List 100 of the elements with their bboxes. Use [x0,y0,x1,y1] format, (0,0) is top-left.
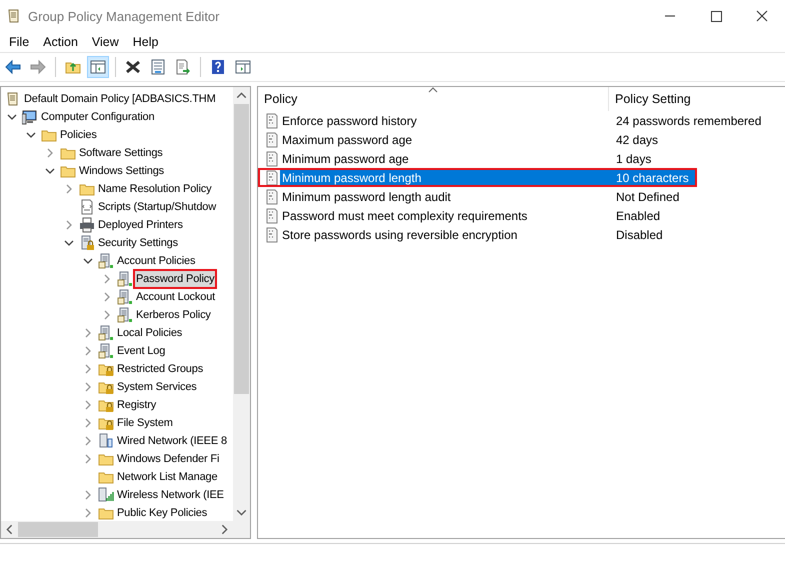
tree-item[interactable]: Kerberos Policy [135,307,212,323]
menu-item[interactable]: View [84,35,126,49]
collapse-caret-icon[interactable] [64,238,74,248]
expand-caret-icon[interactable] [83,400,93,410]
table-cell: 10 characters [616,168,697,187]
tree-item[interactable]: Security Settings [97,235,179,251]
expand-caret-icon[interactable] [83,490,93,500]
collapse-caret-icon[interactable] [45,166,55,176]
expand-caret-icon[interactable] [83,364,93,374]
network-icon [98,433,114,449]
policy-row[interactable]: Store passwords using reversible encryption Disabled [258,225,785,244]
computer-icon [22,109,38,125]
pane-button[interactable] [87,56,109,78]
expand-caret-icon[interactable] [83,508,93,518]
menu-item[interactable]: File [2,35,36,49]
tree-item[interactable]: Account Lockout [135,289,216,305]
printer-icon [79,217,95,233]
server-icon [98,343,114,359]
policy-row[interactable]: Password must meet complexity requirements Enabled [258,206,785,225]
table-cell-text: 1 days [616,150,652,168]
policy-icon [264,188,280,204]
column-header[interactable]: Policy [258,87,609,111]
policy-row[interactable]: Maximum password age 42 days [258,130,785,149]
table-cell-text: Minimum password age [281,150,410,168]
tree-item[interactable]: Windows Settings [78,163,166,179]
signal-icon [98,487,114,503]
tree-item[interactable]: Scripts (Startup/Shutdow [97,199,218,215]
table-cell-text: Enabled [616,208,662,224]
tree-item[interactable]: Deployed Printers [97,217,184,233]
tree-item[interactable]: System Services [116,379,198,395]
table-cell-text: Minimum password length audit [281,188,452,206]
server-icon [98,325,114,341]
collapse-caret-icon[interactable] [7,112,17,122]
policy-icon [264,150,280,166]
menu-item[interactable]: Action [36,35,85,49]
collapse-caret-icon[interactable] [83,256,93,266]
expand-caret-icon[interactable] [83,454,93,464]
table-cell-text: Password must meet complexity requirements [281,208,528,224]
pane-icon [235,59,251,75]
tree-item[interactable]: Wired Network (IEEE 8 [116,433,228,449]
tree-item[interactable]: Name Resolution Policy [97,181,212,197]
tree-item[interactable]: Network List Manage [116,469,218,485]
expand-caret-icon[interactable] [83,418,93,428]
expand-caret-icon[interactable] [83,436,93,446]
scroll-thumb[interactable] [234,104,249,394]
tree-item[interactable]: Password Policy [135,271,216,287]
table-cell-text: 42 days [616,132,660,148]
tree-item[interactable]: Computer Configuration [40,109,156,125]
help-icon [210,59,226,75]
server-icon [98,253,114,269]
tree-item[interactable]: Wireless Network (IEE [116,487,225,503]
server-icon [117,289,133,305]
window-title: Group Policy Management Editor [28,8,220,24]
delete-icon [125,59,141,75]
back-arrow-icon [5,59,21,75]
policy-row[interactable]: Enforce password history 24 passwords remembered [258,111,785,130]
server-icon [117,271,133,287]
document-icon [79,199,95,215]
table-cell-text: Not Defined [616,188,680,206]
menu-item[interactable]: Help [126,35,166,49]
expand-caret-icon[interactable] [83,328,93,338]
expand-caret-icon[interactable] [83,346,93,356]
policy-row[interactable]: Minimum password age 1 days [258,149,785,168]
tree-item[interactable]: Registry [116,397,158,413]
expand-caret-icon[interactable] [102,292,112,302]
properties-icon [150,59,166,75]
export-icon [175,59,191,75]
expand-caret-icon[interactable] [45,148,55,158]
tree-item[interactable]: Restricted Groups [116,361,204,377]
tree-item[interactable]: Event Log [116,343,166,359]
table-cell-text: Maximum password age [281,132,414,148]
policy-icon [264,132,280,148]
tree-item[interactable]: Public Key Policies [116,505,208,521]
policy-row[interactable]: Minimum password length 10 characters [258,168,697,187]
forward-arrow-icon [30,59,46,75]
table-cell-text: Disabled [616,226,664,244]
tree-item[interactable]: Default Domain Policy [ADBASICS.THM [23,91,217,107]
expand-caret-icon[interactable] [64,184,74,194]
policy-row[interactable]: Minimum password length audit Not Defined [258,187,785,206]
pane-icon [90,59,106,75]
collapse-caret-icon[interactable] [26,130,36,140]
tree-item[interactable]: Local Policies [116,325,184,341]
tree-item[interactable]: Policies [59,127,98,143]
vertical-scrollbar[interactable] [233,87,250,521]
table-cell-text: 24 passwords remembered [616,112,762,130]
tree-item[interactable]: Account Policies [116,253,196,269]
expand-caret-icon[interactable] [102,274,112,284]
table-cell-text: Enforce password history [281,112,418,130]
tree-item[interactable]: Windows Defender Fi [116,451,220,467]
expand-caret-icon[interactable] [64,220,74,230]
policy-icon [264,208,280,224]
expand-caret-icon[interactable] [83,382,93,392]
policy-icon [264,112,280,128]
tree-item[interactable]: File System [116,415,174,431]
column-header[interactable]: Policy Setting [609,87,785,111]
tree-item[interactable]: Software Settings [78,145,164,161]
expand-caret-icon[interactable] [102,310,112,320]
policy-icon [264,226,280,242]
table-cell: Minimum password length [280,168,616,187]
scroll-thumb[interactable] [18,522,98,537]
